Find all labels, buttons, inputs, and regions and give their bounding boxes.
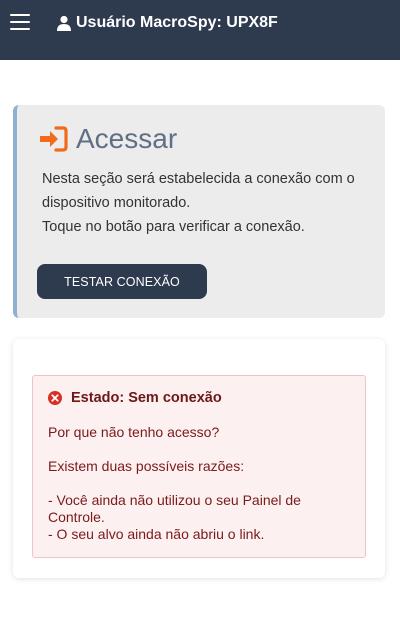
access-description-line2: Toque no botão para verificar a conexão. <box>42 219 305 235</box>
status-card: Estado: Sem conexão Por que não tenho ac… <box>13 339 385 578</box>
status-reasons-intro: Existem duas possíveis razões: <box>48 458 245 474</box>
user-icon <box>57 15 71 31</box>
connection-alert: Estado: Sem conexão Por que não tenho ac… <box>32 375 366 558</box>
access-header: Acessar <box>38 123 177 155</box>
menu-button[interactable] <box>10 14 30 32</box>
test-connection-button[interactable]: TESTAR CONEXÃO <box>37 264 207 299</box>
error-circle-icon <box>48 391 62 405</box>
access-description-line1: Nesta seção será estabelecida a conexão … <box>42 171 355 211</box>
header-title-text: Usuário MacroSpy: UPX8F <box>76 14 278 31</box>
access-description: Nesta seção será estabelecida a conexão … <box>42 167 372 239</box>
status-heading: Estado: Sem conexão <box>71 390 222 406</box>
hamburger-icon <box>10 14 30 30</box>
access-card: Acessar Nesta seção será estabelecida a … <box>13 105 385 318</box>
status-reasons: - Você ainda não utilizou o seu Painel d… <box>48 492 348 543</box>
sign-in-icon <box>40 126 68 152</box>
alert-header: Estado: Sem conexão <box>48 390 222 406</box>
top-bar: Usuário MacroSpy: UPX8F <box>0 0 400 60</box>
status-question: Por que não tenho acesso? <box>48 424 220 440</box>
status-reason-1: - Você ainda não utilizou o seu Painel d… <box>48 492 301 525</box>
status-reason-2: - O seu alvo ainda não abriu o link. <box>48 526 265 542</box>
access-title: Acessar <box>76 123 178 154</box>
header-title: Usuário MacroSpy: UPX8F <box>56 12 278 34</box>
